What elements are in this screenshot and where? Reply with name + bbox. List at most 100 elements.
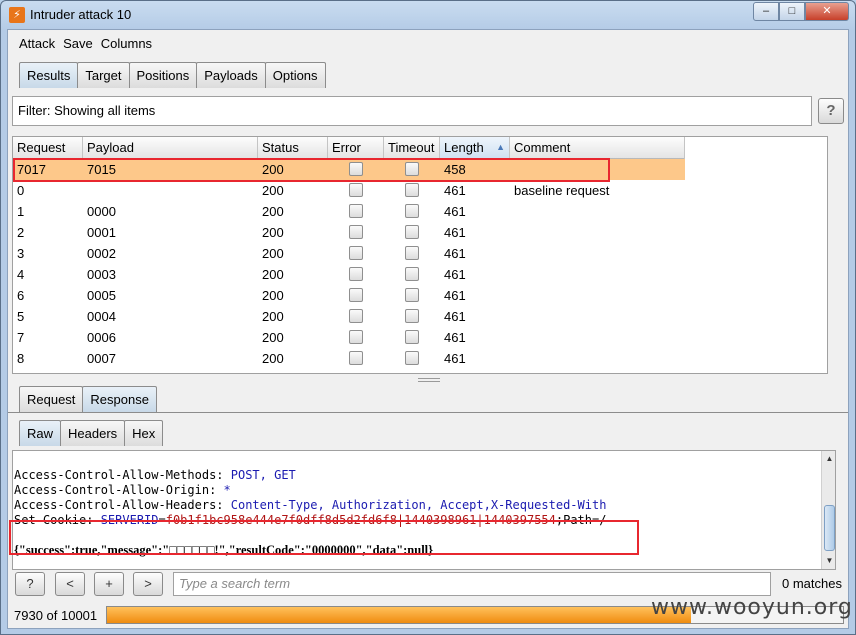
- cell-error: [328, 348, 384, 369]
- minimize-button[interactable]: –: [753, 2, 779, 21]
- column-header-status[interactable]: Status: [258, 137, 328, 159]
- timeout-checkbox[interactable]: [405, 267, 419, 281]
- cell-timeout: [384, 285, 440, 306]
- error-checkbox[interactable]: [349, 267, 363, 281]
- search-help-button[interactable]: ?: [15, 572, 45, 596]
- cell-error: [328, 285, 384, 306]
- column-header-request[interactable]: Request: [13, 137, 83, 159]
- cell-payload: 7015: [87, 162, 116, 177]
- column-header-error[interactable]: Error: [328, 137, 384, 159]
- cell-comment: [510, 159, 685, 180]
- cell-timeout: [384, 201, 440, 222]
- cell-request: 8: [17, 351, 25, 366]
- table-row[interactable]: 5 0004 200 461: [13, 306, 685, 327]
- cell-error: [328, 306, 384, 327]
- cell-error: [328, 159, 384, 180]
- error-checkbox[interactable]: [349, 351, 363, 365]
- cell-status: 200: [262, 351, 284, 366]
- window-client: Attack Save Columns Results Target Posit…: [7, 29, 849, 629]
- timeout-checkbox[interactable]: [405, 225, 419, 239]
- cell-timeout: [384, 348, 440, 369]
- view-tabs: Raw Headers Hex: [19, 420, 164, 446]
- response-scrollbar[interactable]: ▲ ▼: [821, 451, 835, 569]
- menu-attack[interactable]: Attack: [19, 36, 55, 51]
- scroll-down-icon[interactable]: ▼: [822, 553, 835, 569]
- filter-bar[interactable]: Filter: Showing all items: [12, 96, 812, 126]
- filter-help-button[interactable]: ?: [818, 98, 844, 124]
- detail-tabs: Request Response: [19, 386, 157, 412]
- column-header-timeout[interactable]: Timeout: [384, 137, 440, 159]
- pane-splitter[interactable]: [418, 378, 440, 382]
- cell-error: [328, 264, 384, 285]
- error-checkbox[interactable]: [349, 309, 363, 323]
- timeout-checkbox[interactable]: [405, 204, 419, 218]
- tab-payloads[interactable]: Payloads: [196, 62, 266, 88]
- error-checkbox[interactable]: [349, 330, 363, 344]
- column-header-comment[interactable]: Comment: [510, 137, 685, 159]
- table-row[interactable]: 3 0002 200 461: [13, 243, 685, 264]
- tab-options[interactable]: Options: [264, 62, 326, 88]
- menu-save[interactable]: Save: [63, 36, 93, 51]
- table-row[interactable]: 0 200 461 baseline request: [13, 180, 685, 201]
- cell-error: [328, 201, 384, 222]
- response-raw-view[interactable]: Access-Control-Allow-Methods: POST, GET A…: [12, 450, 836, 570]
- timeout-checkbox[interactable]: [405, 330, 419, 344]
- table-row[interactable]: 7017 7015 200 458: [13, 159, 685, 180]
- tab-target[interactable]: Target: [77, 62, 130, 88]
- search-prev-button[interactable]: <: [55, 572, 85, 596]
- cell-comment: [510, 264, 685, 285]
- column-header-length-label: Length: [444, 140, 484, 155]
- cell-request: 6: [17, 288, 25, 303]
- error-checkbox[interactable]: [349, 204, 363, 218]
- timeout-checkbox[interactable]: [405, 288, 419, 302]
- tab-headers[interactable]: Headers: [60, 420, 126, 446]
- table-row[interactable]: 1 0000 200 461: [13, 201, 685, 222]
- search-add-button[interactable]: +: [94, 572, 124, 596]
- cell-length: 461: [444, 204, 466, 219]
- maximize-button[interactable]: □: [779, 2, 805, 21]
- cell-payload: 0006: [87, 330, 116, 345]
- scroll-up-icon[interactable]: ▲: [822, 451, 835, 467]
- cell-error: [328, 243, 384, 264]
- cell-status: 200: [262, 204, 284, 219]
- tab-response[interactable]: Response: [82, 386, 157, 412]
- error-checkbox[interactable]: [349, 162, 363, 176]
- search-next-button[interactable]: >: [133, 572, 163, 596]
- scroll-thumb[interactable]: [824, 505, 835, 551]
- timeout-checkbox[interactable]: [405, 162, 419, 176]
- menu-columns[interactable]: Columns: [101, 36, 152, 51]
- tab-positions[interactable]: Positions: [128, 62, 198, 88]
- error-checkbox[interactable]: [349, 288, 363, 302]
- error-checkbox[interactable]: [349, 183, 363, 197]
- column-header-length[interactable]: Length ▲: [440, 137, 510, 159]
- timeout-checkbox[interactable]: [405, 309, 419, 323]
- search-input[interactable]: Type a search term: [173, 572, 771, 596]
- timeout-checkbox[interactable]: [405, 246, 419, 260]
- cell-length: 461: [444, 330, 466, 345]
- table-row[interactable]: 2 0001 200 461: [13, 222, 685, 243]
- table-row[interactable]: 4 0003 200 461: [13, 264, 685, 285]
- table-row[interactable]: 7 0006 200 461: [13, 327, 685, 348]
- cell-error: [328, 180, 384, 201]
- error-checkbox[interactable]: [349, 246, 363, 260]
- error-checkbox[interactable]: [349, 225, 363, 239]
- table-row[interactable]: 8 0007 200 461: [13, 348, 685, 369]
- match-count: 0 matches: [782, 576, 842, 591]
- column-header-payload[interactable]: Payload: [83, 137, 258, 159]
- cell-payload: 0007: [87, 351, 116, 366]
- cell-timeout: [384, 159, 440, 180]
- tab-results[interactable]: Results: [19, 62, 79, 88]
- progress-label: 7930 of 10001: [14, 608, 98, 623]
- tab-hex[interactable]: Hex: [124, 420, 164, 446]
- timeout-checkbox[interactable]: [405, 351, 419, 365]
- close-button[interactable]: ✕: [805, 2, 849, 21]
- table-row[interactable]: 6 0005 200 461: [13, 285, 685, 306]
- cell-status: 200: [262, 183, 284, 198]
- tab-request[interactable]: Request: [19, 386, 84, 412]
- cell-payload: 0004: [87, 309, 116, 324]
- tab-raw[interactable]: Raw: [19, 420, 62, 446]
- header-line: Access-Control-Allow-Origin: *: [14, 483, 231, 497]
- timeout-checkbox[interactable]: [405, 183, 419, 197]
- cell-length: 461: [444, 225, 466, 240]
- cell-error: [328, 327, 384, 348]
